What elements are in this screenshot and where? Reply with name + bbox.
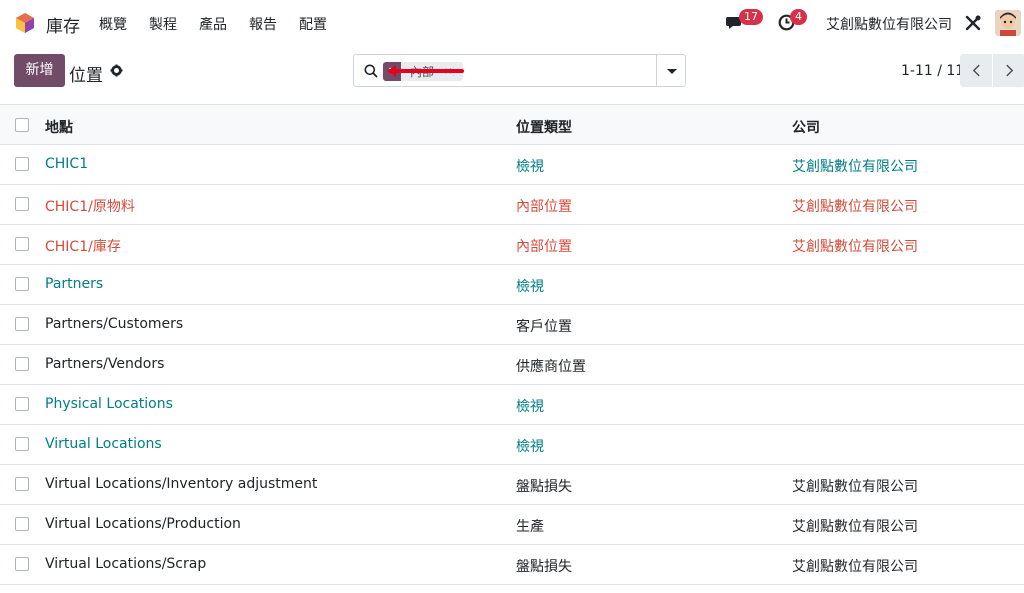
cell-location: Partners/Vendors — [45, 356, 165, 372]
table-row[interactable]: CHIC1 檢視 艾創點數位有限公司 — [0, 145, 1024, 185]
row-checkbox[interactable] — [15, 557, 29, 571]
table-row[interactable]: CHIC1/原物料 內部位置 艾創點數位有限公司 — [0, 185, 1024, 225]
main-menu: 概覽 製程 產品 報告 配置 — [99, 14, 349, 34]
cell-company: 艾創點數位有限公司 — [792, 239, 918, 255]
row-checkbox[interactable] — [15, 517, 29, 531]
chevron-right-icon — [1005, 64, 1013, 77]
table-row[interactable]: Partners/Customers 客戶位置 — [0, 305, 1024, 345]
app-logo-icon[interactable] — [14, 12, 36, 34]
cell-location: Virtual Locations — [45, 436, 162, 452]
row-checkbox[interactable] — [15, 477, 29, 491]
activities-count-badge: 4 — [790, 9, 807, 25]
column-header-location[interactable]: 地點 — [45, 117, 73, 137]
cell-company: 艾創點數位有限公司 — [792, 519, 918, 535]
search-options-toggle[interactable] — [656, 54, 686, 87]
cell-location: CHIC1/原物料 — [45, 199, 135, 215]
cell-company: 艾創點數位有限公司 — [792, 559, 918, 575]
cell-location: Partners/Customers — [45, 316, 184, 332]
menu-item-overview[interactable]: 概覽 — [99, 14, 127, 34]
annotation-arrow — [390, 69, 464, 73]
company-switcher[interactable]: 艾創點數位有限公司 — [826, 14, 952, 34]
app-name[interactable]: 庫存 — [46, 12, 80, 37]
cell-location: Partners — [45, 276, 104, 292]
row-checkbox[interactable] — [15, 157, 29, 171]
table-row[interactable]: Virtual Locations 檢視 — [0, 425, 1024, 465]
table-row[interactable]: Virtual Locations/Scrap 盤點損失 艾創點數位有限公司 — [0, 545, 1024, 585]
row-checkbox[interactable] — [15, 317, 29, 331]
caret-down-icon — [667, 69, 677, 74]
row-checkbox[interactable] — [15, 277, 29, 291]
cell-location: Virtual Locations/Inventory adjustment — [45, 476, 318, 492]
menu-item-operations[interactable]: 製程 — [149, 14, 177, 34]
table-row[interactable]: Virtual Locations/Inventory adjustment 盤點… — [0, 465, 1024, 505]
cell-location-type: 內部位置 — [516, 239, 572, 255]
messages-count-badge: 17 — [739, 9, 763, 25]
table-row[interactable]: Virtual Locations/Production 生產 艾創點數位有限公司 — [0, 505, 1024, 545]
row-checkbox[interactable] — [15, 197, 29, 211]
column-header-company[interactable]: 公司 — [792, 117, 820, 137]
row-checkbox[interactable] — [15, 237, 29, 251]
cell-location-type: 內部位置 — [516, 199, 572, 215]
cell-location: CHIC1/庫存 — [45, 239, 121, 255]
table-row[interactable]: Partners/Vendors 供應商位置 — [0, 345, 1024, 385]
table-row[interactable]: Partners 檢視 — [0, 265, 1024, 305]
cell-company: 艾創點數位有限公司 — [792, 159, 918, 175]
select-all-checkbox[interactable] — [15, 118, 29, 132]
table-row[interactable]: Physical Locations 檢視 — [0, 385, 1024, 425]
search-icon — [364, 64, 378, 78]
cell-location: CHIC1 — [45, 156, 89, 172]
pager-previous-button[interactable] — [960, 54, 992, 87]
new-button[interactable]: 新增 — [14, 54, 65, 87]
cell-location-type: 客戶位置 — [516, 319, 572, 335]
chevron-left-icon — [972, 64, 980, 77]
cell-location-type: 檢視 — [516, 159, 544, 175]
menu-item-configuration[interactable]: 配置 — [299, 14, 327, 34]
table-header: 地點 位置類型 公司 — [0, 104, 1024, 145]
gear-icon[interactable] — [110, 64, 123, 77]
page-title[interactable]: 位置 — [69, 61, 103, 86]
pager-value[interactable]: 1-11 / 11 — [901, 63, 964, 79]
cell-location: Virtual Locations/Production — [45, 516, 241, 532]
cell-location-type: 檢視 — [516, 399, 544, 415]
cell-company: 艾創點數位有限公司 — [792, 479, 918, 495]
row-checkbox[interactable] — [15, 437, 29, 451]
cell-location-type: 盤點損失 — [516, 559, 572, 575]
table-body: CHIC1 檢視 艾創點數位有限公司 CHIC1/原物料 內部位置 艾創點數位有限公司 CH… — [0, 145, 1024, 585]
table-row[interactable]: CHIC1/庫存 內部位置 艾創點數位有限公司 — [0, 225, 1024, 265]
cell-location-type: 供應商位置 — [516, 359, 586, 375]
cell-company: 艾創點數位有限公司 — [792, 199, 918, 215]
row-checkbox[interactable] — [15, 357, 29, 371]
pager-next-button[interactable] — [993, 54, 1024, 87]
user-avatar[interactable] — [995, 10, 1021, 36]
tools-icon[interactable] — [964, 14, 982, 32]
cell-location-type: 檢視 — [516, 279, 544, 295]
cell-location: Physical Locations — [45, 396, 173, 412]
menu-item-reporting[interactable]: 報告 — [249, 14, 277, 34]
locations-table: 地點 位置類型 公司 CHIC1 檢視 艾創點數位有限公司 CHIC1/原物料 內部位置… — [0, 104, 1024, 585]
top-navbar: 庫存 概覽 製程 產品 報告 配置 17 4 艾創點數位有限公司 — [0, 0, 1024, 46]
cell-location-type: 生產 — [516, 519, 544, 535]
column-header-type[interactable]: 位置類型 — [516, 117, 572, 137]
menu-item-products[interactable]: 產品 — [199, 14, 227, 34]
row-checkbox[interactable] — [15, 397, 29, 411]
cell-location-type: 檢視 — [516, 439, 544, 455]
cell-location: Virtual Locations/Scrap — [45, 556, 207, 572]
cell-location-type: 盤點損失 — [516, 479, 572, 495]
